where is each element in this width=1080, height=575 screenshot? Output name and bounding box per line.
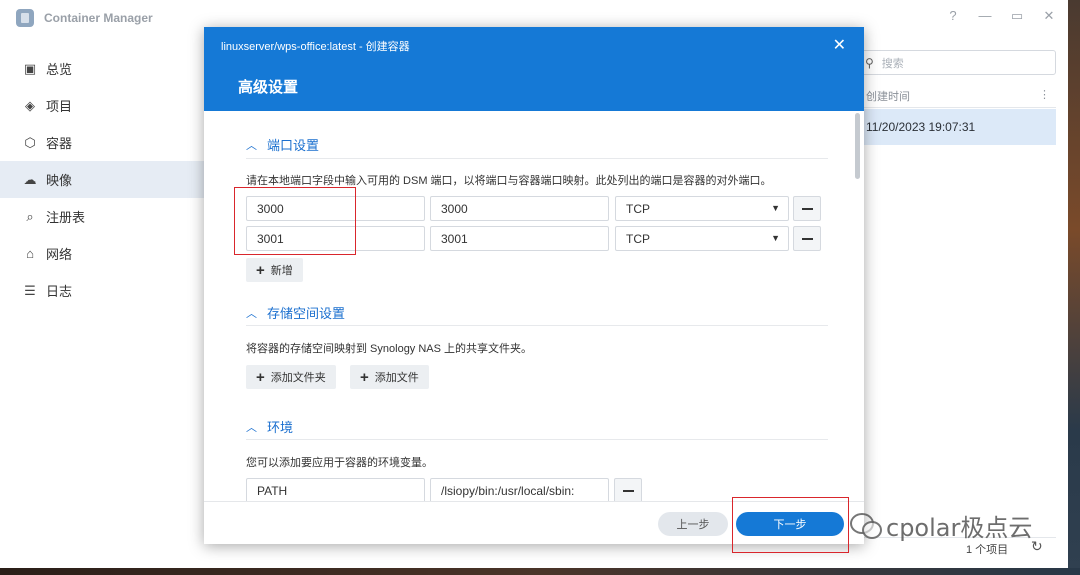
dialog-heading: 高级设置 xyxy=(238,79,299,96)
desktop-background-bottom xyxy=(0,568,1080,575)
search-placeholder: 搜索 xyxy=(881,57,904,70)
section-storage-title: 存储空间设置 xyxy=(267,306,346,321)
container-port-value: 3001 xyxy=(441,231,468,246)
dialog-scrollbar[interactable] xyxy=(855,113,860,179)
add-folder-button[interactable]: + 添加文件夹 xyxy=(246,365,336,389)
remove-env-button[interactable] xyxy=(614,478,642,501)
protocol-select[interactable]: TCP ▼ xyxy=(615,196,789,221)
highlight-box-local-ports xyxy=(234,187,356,255)
sidebar-item-label: 注册表 xyxy=(46,210,86,225)
desktop-background-edge xyxy=(1068,0,1080,575)
section-ports-title: 端口设置 xyxy=(267,138,320,153)
refresh-icon[interactable]: ↻ xyxy=(1031,538,1043,555)
sidebar-item-label: 日志 xyxy=(46,284,73,299)
protocol-value: TCP xyxy=(626,231,650,246)
env-name-value: PATH xyxy=(257,483,288,498)
close-icon[interactable]: ✕ xyxy=(833,35,846,55)
add-file-button[interactable]: + 添加文件 xyxy=(350,365,429,389)
container-port-value: 3000 xyxy=(441,201,468,216)
chevron-up-icon: ︿ xyxy=(246,139,257,152)
project-icon: ◈ xyxy=(25,97,35,113)
remove-port-button[interactable] xyxy=(793,226,821,251)
overview-icon: ▣ xyxy=(23,60,37,76)
sidebar-item-overview[interactable]: ▣ 总览 xyxy=(0,50,205,87)
env-value-field[interactable]: /lsiopy/bin:/usr/local/sbin: xyxy=(430,478,609,501)
column-header-created-time[interactable]: 创建时间 ⋮ xyxy=(856,84,1056,108)
sidebar-item-registry[interactable]: ⌕ 注册表 xyxy=(0,198,205,235)
container-icon: ⬡ xyxy=(24,134,36,150)
dialog-header: linuxserver/wps-office:latest - 创建容器 ✕ 高… xyxy=(204,27,864,111)
plus-icon: + xyxy=(256,261,265,279)
caret-down-icon: ▼ xyxy=(771,233,780,243)
section-divider xyxy=(246,325,828,326)
close-icon[interactable]: ✕ xyxy=(1042,8,1056,24)
section-env-title: 环境 xyxy=(267,420,294,435)
section-ports-toggle[interactable]: ︿ 端口设置 xyxy=(246,135,319,154)
plus-icon: + xyxy=(360,368,369,386)
remove-port-button[interactable] xyxy=(793,196,821,221)
item-count: 1 个项目 xyxy=(966,544,1009,556)
ports-description: 请在本地端口字段中输入可用的 DSM 端口，以将端口与容器端口映射。此处列出的端… xyxy=(246,175,772,187)
chevron-up-icon: ︿ xyxy=(246,307,257,320)
protocol-value: TCP xyxy=(626,201,650,216)
env-value-value: /lsiopy/bin:/usr/local/sbin: xyxy=(441,483,575,498)
chevron-up-icon: ︿ xyxy=(246,421,257,434)
env-name-field[interactable]: PATH xyxy=(246,478,425,501)
plus-icon: + xyxy=(256,368,265,386)
sidebar-item-label: 总览 xyxy=(46,62,73,77)
protocol-select[interactable]: TCP ▼ xyxy=(615,226,789,251)
section-storage-toggle[interactable]: ︿ 存储空间设置 xyxy=(246,303,345,322)
image-cloud-icon: ☁ xyxy=(23,171,37,187)
sidebar-item-label: 网络 xyxy=(46,247,73,262)
add-port-button[interactable]: + 新增 xyxy=(246,258,303,282)
previous-step-button[interactable]: 上一步 xyxy=(658,512,728,536)
wechat-logo-icon xyxy=(848,511,882,541)
container-port-field[interactable]: 3000 xyxy=(430,196,609,221)
log-list-icon: ☰ xyxy=(24,282,36,298)
maximize-icon[interactable]: ▭ xyxy=(1010,8,1024,24)
section-divider xyxy=(246,158,828,159)
minus-icon xyxy=(801,237,813,240)
caret-down-icon: ▼ xyxy=(771,203,780,213)
storage-description: 将容器的存储空间映射到 Synology NAS 上的共享文件夹。 xyxy=(246,343,533,355)
sidebar-item-label: 项目 xyxy=(46,99,73,114)
sidebar-item-container[interactable]: ⬡ 容器 xyxy=(0,124,205,161)
minus-icon xyxy=(622,489,634,492)
sidebar: ▣ 总览 ◈ 项目 ⬡ 容器 ☁ 映像 ⌕ 注册表 ⌂ 网络 ☰ 日志 xyxy=(0,50,205,309)
highlight-box-next-button xyxy=(732,497,849,553)
sidebar-item-image[interactable]: ☁ 映像 xyxy=(0,161,205,198)
minimize-icon[interactable]: — xyxy=(978,8,992,24)
table-row[interactable]: 11/20/2023 19:07:31 xyxy=(856,109,1056,145)
help-icon[interactable]: ? xyxy=(946,8,960,24)
sidebar-item-label: 映像 xyxy=(46,173,73,188)
env-description: 您可以添加要应用于容器的环境变量。 xyxy=(246,457,433,469)
dialog-body: ︿ 端口设置 请在本地端口字段中输入可用的 DSM 端口，以将端口与容器端口映射… xyxy=(204,111,864,501)
watermark-text: cpolar极点云 xyxy=(886,514,1033,542)
container-manager-logo-icon xyxy=(16,9,34,27)
add-folder-label: 添加文件夹 xyxy=(270,372,326,384)
registry-search-icon: ⌕ xyxy=(26,208,34,224)
watermark: cpolar极点云 xyxy=(848,508,1032,543)
dialog-title: linuxserver/wps-office:latest - 创建容器 xyxy=(221,41,410,53)
column-header-label: 创建时间 xyxy=(866,90,910,103)
minus-icon xyxy=(801,207,813,210)
search-input[interactable]: ⚲ 搜索 xyxy=(856,50,1056,75)
add-port-label: 新增 xyxy=(270,265,293,277)
more-options-icon[interactable]: ⋮ xyxy=(1039,88,1050,101)
network-icon: ⌂ xyxy=(26,246,34,261)
window-controls: ? — ▭ ✕ xyxy=(946,8,1056,24)
add-file-label: 添加文件 xyxy=(374,372,419,384)
sidebar-item-project[interactable]: ◈ 项目 xyxy=(0,87,205,124)
sidebar-item-label: 容器 xyxy=(46,136,73,151)
section-env-toggle[interactable]: ︿ 环境 xyxy=(246,417,293,436)
sidebar-item-log[interactable]: ☰ 日志 xyxy=(0,272,205,309)
row-created-time: 11/20/2023 19:07:31 xyxy=(866,120,976,134)
window-title: Container Manager xyxy=(44,11,153,25)
search-icon: ⚲ xyxy=(865,55,874,70)
sidebar-item-network[interactable]: ⌂ 网络 xyxy=(0,235,205,272)
create-container-dialog: linuxserver/wps-office:latest - 创建容器 ✕ 高… xyxy=(204,27,864,544)
container-port-field[interactable]: 3001 xyxy=(430,226,609,251)
section-divider xyxy=(246,439,828,440)
